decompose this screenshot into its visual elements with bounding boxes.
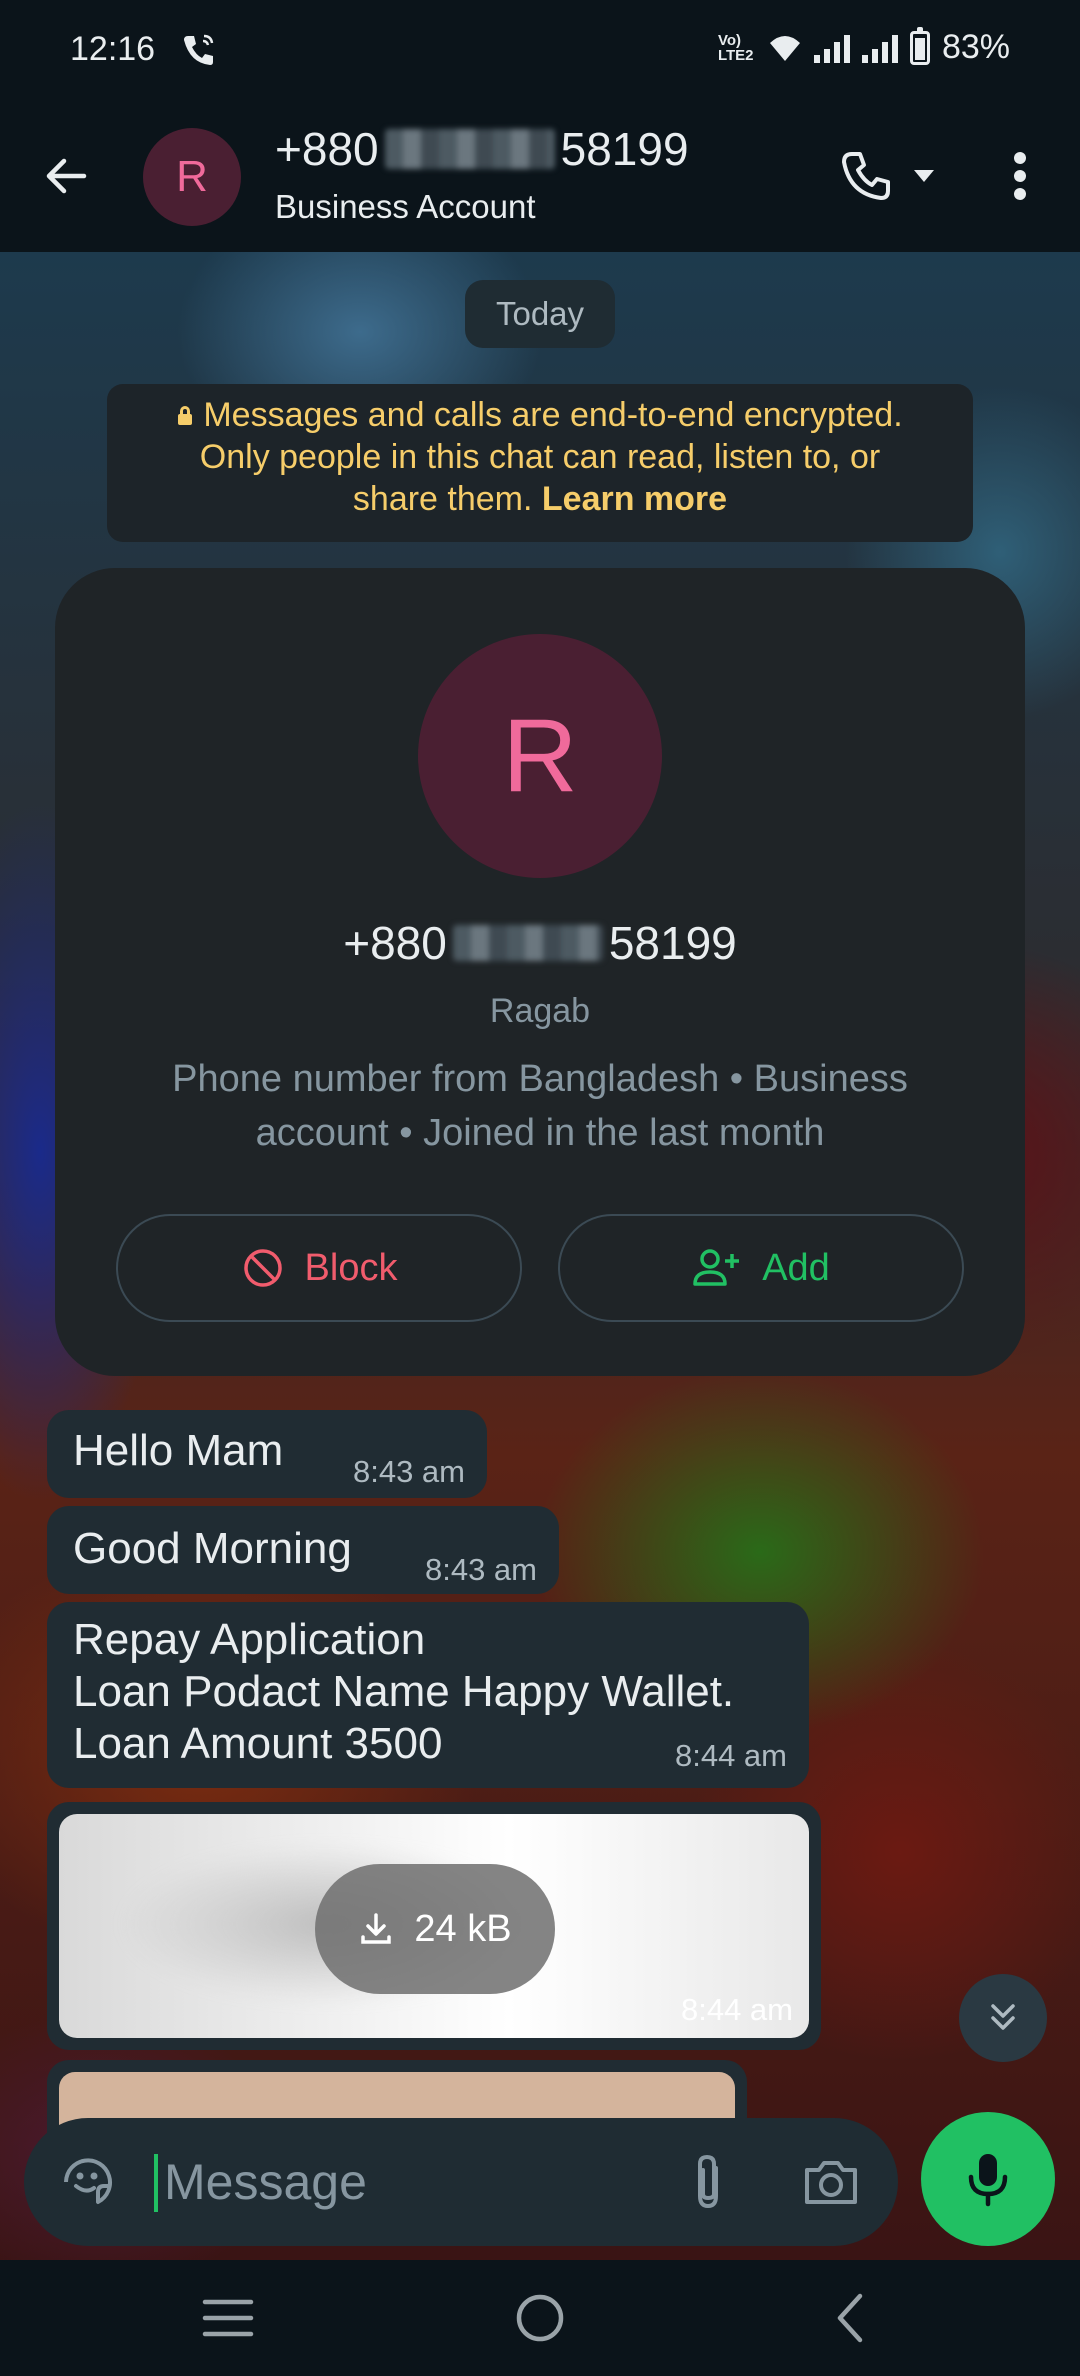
message-line: Loan Podact Name Happy Wallet. — [73, 1667, 735, 1716]
contact-info-card: R +880 58199 Ragab Phone number from Ban… — [55, 568, 1025, 1376]
scroll-to-bottom-button[interactable] — [959, 1974, 1047, 2062]
chat-header: R +880 58199 Business Account — [0, 100, 1080, 252]
date-separator: Today — [465, 280, 615, 348]
back-nav-button[interactable] — [800, 2280, 900, 2356]
image-message[interactable]: 24 kB 8:44 am — [47, 1802, 821, 2050]
attach-button[interactable] — [674, 2148, 742, 2216]
lock-icon — [177, 406, 193, 426]
double-chevron-down-icon — [991, 2004, 1015, 2030]
blurred-image-preview: 24 kB 8:44 am — [59, 1814, 809, 2038]
voice-call-button[interactable] — [838, 140, 948, 212]
sticker-icon — [64, 2158, 112, 2204]
redacted-digits — [384, 129, 555, 169]
block-label: Block — [304, 1246, 398, 1289]
number-suffix: 58199 — [560, 123, 689, 175]
message-bubble[interactable]: Good Morning 8:43 am — [47, 1506, 559, 1594]
message-bubble[interactable]: Hello Mam 8:43 am — [47, 1410, 487, 1498]
message-time: 8:43 am — [352, 1454, 465, 1489]
paperclip-icon — [698, 2154, 718, 2209]
system-nav-bar — [0, 2260, 1080, 2376]
chevron-left-icon — [837, 2293, 863, 2343]
message-text: Good Morning — [73, 1524, 352, 1573]
sticker-button[interactable] — [54, 2148, 122, 2216]
more-options-button[interactable] — [990, 140, 1050, 212]
download-icon — [361, 1913, 392, 1944]
card-contact-name: Ragab — [489, 992, 591, 1030]
wifi-icon — [769, 35, 800, 61]
phone-icon — [842, 152, 890, 200]
battery-icon — [909, 26, 930, 65]
contact-subtitle[interactable]: Business Account — [275, 188, 536, 226]
avatar[interactable]: R — [143, 128, 241, 226]
battery-percent: 83% — [941, 28, 1010, 66]
add-contact-button[interactable]: Add — [558, 1214, 964, 1322]
volte-indicator: Vo) LTE2 — [717, 31, 754, 64]
chat-area[interactable]: Today Messages and calls are end-to-end … — [0, 252, 1080, 2260]
microphone-icon — [968, 2154, 1008, 2207]
signal-icon-2 — [861, 33, 898, 63]
home-button[interactable] — [490, 2280, 590, 2356]
encryption-notice[interactable]: Messages and calls are end-to-end encryp… — [107, 384, 973, 542]
number-prefix: +880 — [275, 123, 379, 175]
chevron-down-icon — [914, 170, 934, 182]
message-time: 8:44 am — [680, 1992, 793, 2027]
wifi-call-icon — [178, 30, 218, 70]
learn-more-link[interactable]: Learn more — [542, 480, 727, 518]
block-icon — [243, 1249, 282, 1287]
encryption-line-1: Messages and calls are end-to-end encryp… — [203, 396, 903, 434]
message-composer — [24, 2118, 898, 2246]
message-input[interactable] — [164, 2146, 664, 2218]
more-vert-icon — [1014, 152, 1026, 200]
message-line: Repay Application — [73, 1615, 426, 1664]
message-text: Hello Mam — [73, 1426, 284, 1475]
encryption-line-3: share them. — [352, 480, 533, 518]
recent-apps-button[interactable] — [178, 2280, 278, 2356]
card-description: Phone number from Bangladesh • Business … — [172, 1058, 908, 1154]
camera-icon — [805, 2161, 857, 2204]
voice-message-button[interactable] — [921, 2112, 1055, 2246]
menu-lines-icon — [202, 2299, 254, 2337]
camera-button[interactable] — [794, 2148, 868, 2216]
encryption-line-2: Only people in this chat can read, liste… — [199, 438, 881, 476]
status-icons: Vo) LTE2 83% — [717, 26, 1010, 67]
back-button[interactable] — [30, 140, 102, 212]
add-person-icon — [693, 1249, 740, 1286]
file-size: 24 kB — [414, 1907, 512, 1950]
block-button[interactable]: Block — [116, 1214, 522, 1322]
add-label: Add — [762, 1246, 830, 1289]
arrow-left-icon — [46, 158, 87, 194]
signal-icon-1 — [813, 33, 850, 63]
message-time: 8:43 am — [424, 1552, 537, 1587]
card-avatar: R — [418, 634, 662, 878]
message-line: Loan Amount 3500 — [73, 1719, 443, 1768]
message-time: 8:44 am — [674, 1738, 787, 1773]
message-text: Repay Application Loan Podact Name Happy… — [73, 1614, 734, 1770]
message-bubble[interactable]: Repay Application Loan Podact Name Happy… — [47, 1602, 809, 1788]
download-button[interactable]: 24 kB — [315, 1864, 555, 1994]
card-number-suffix: 58199 — [608, 917, 737, 969]
contact-number[interactable]: +880 58199 — [275, 122, 689, 176]
text-caret — [154, 2154, 158, 2212]
status-time: 12:16 — [70, 30, 156, 68]
card-redacted-digits — [452, 925, 603, 961]
status-bar: 12:16 Vo) LTE2 83% — [0, 0, 1080, 100]
home-circle-icon — [516, 2294, 564, 2342]
card-number-prefix: +880 — [343, 917, 447, 969]
card-phone-number: +880 58199 — [55, 916, 1025, 970]
